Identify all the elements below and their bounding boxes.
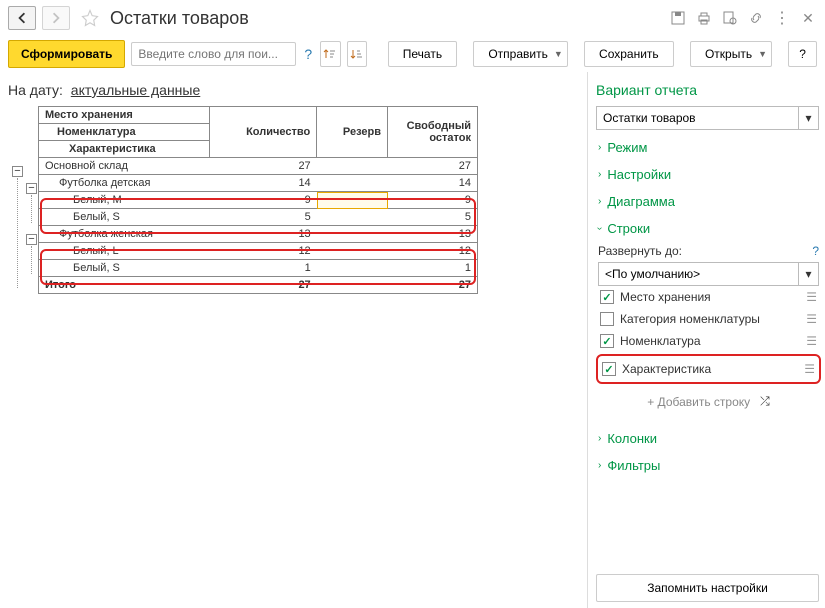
print-icon[interactable] [695, 9, 713, 27]
config-icon[interactable]: ☰ [804, 362, 815, 376]
checkbox-icon[interactable]: ✓ [600, 290, 614, 304]
date-label: На дату: [8, 82, 63, 98]
page-title: Остатки товаров [110, 8, 249, 29]
row-item-characteristic[interactable]: ✓Характеристика ☰ [600, 358, 817, 380]
checkbox-icon[interactable]: ✓ [602, 362, 616, 376]
col-reserve: Резерв [317, 107, 388, 158]
row-item-category[interactable]: Категория номенклатуры ☰ [598, 308, 819, 330]
open-button[interactable]: Открыть ▼ [690, 41, 772, 67]
close-icon[interactable]: ✕ [799, 9, 817, 27]
col-nomenclature: Номенклатура [39, 124, 210, 141]
date-value-link[interactable]: актуальные данные [71, 82, 200, 98]
config-icon[interactable]: ☰ [806, 312, 817, 326]
table-row[interactable]: Футболка детская1414 [39, 175, 478, 192]
report-table: Место хранения Количество Резерв Свободн… [38, 106, 478, 294]
help-icon[interactable]: ? [812, 244, 819, 258]
favorite-star-icon[interactable] [80, 8, 100, 28]
table-row[interactable]: Белый, L1212 [39, 243, 478, 260]
expand-toggle[interactable]: − [26, 183, 37, 194]
col-qty: Количество [210, 107, 317, 158]
highlight-box: ✓Характеристика ☰ [596, 354, 821, 384]
checkbox-icon[interactable]: ✓ [600, 334, 614, 348]
config-icon[interactable]: ☰ [806, 290, 817, 304]
table-row[interactable]: Футболка женская1313 [39, 226, 478, 243]
section-diagram[interactable]: ›Диаграмма [596, 188, 819, 211]
nav-forward-button[interactable] [42, 6, 70, 30]
chevron-right-icon: › [598, 460, 601, 471]
form-button[interactable]: Сформировать [8, 40, 125, 68]
send-button[interactable]: Отправить ▼ [473, 41, 567, 67]
chevron-right-icon: › [598, 433, 601, 444]
save-button[interactable]: Сохранить [584, 41, 674, 67]
shuffle-icon[interactable]: ⤮ [760, 394, 770, 409]
table-total-row: Итого2727 [39, 277, 478, 294]
more-icon[interactable]: ⋮ [773, 9, 791, 27]
send-label: Отправить [488, 47, 548, 61]
table-row[interactable]: Основной склад2727 [39, 158, 478, 175]
col-location: Место хранения [39, 107, 210, 124]
date-filter: На дату: актуальные данные [8, 82, 579, 98]
chevron-down-icon: ▼ [758, 49, 767, 59]
open-label: Открыть [705, 47, 752, 61]
nav-back-button[interactable] [8, 6, 36, 30]
search-help-icon[interactable]: ? [304, 46, 312, 62]
row-item-location[interactable]: ✓Место хранения ☰ [598, 286, 819, 308]
variant-select[interactable]: ▾ [596, 106, 819, 130]
sort-asc-button[interactable] [320, 41, 341, 67]
variant-input[interactable] [596, 106, 799, 130]
col-characteristic: Характеристика [39, 141, 210, 158]
settings-pane: Вариант отчета ▾ ›Режим ›Настройки ›Диаг… [587, 72, 825, 608]
checkbox-icon[interactable] [600, 312, 614, 326]
col-free: Свободный остаток [388, 107, 478, 158]
chevron-down-icon: ▼ [554, 49, 563, 59]
expand-toggle[interactable]: − [26, 234, 37, 245]
report-pane: На дату: актуальные данные − − − Место х… [0, 72, 587, 608]
expand-to-label: Развернуть до: [598, 244, 682, 258]
save-icon[interactable] [669, 9, 687, 27]
preview-icon[interactable] [721, 9, 739, 27]
variant-title: Вариант отчета [596, 82, 819, 98]
expand-select[interactable]: ▾ [598, 262, 819, 286]
expand-input[interactable] [598, 262, 799, 286]
chevron-down-icon[interactable]: ▾ [799, 262, 819, 286]
toolbar: Сформировать ? Печать Отправить ▼ Сохрани… [0, 36, 825, 72]
add-row-button[interactable]: + Добавить строку ⤮ [598, 386, 819, 417]
print-button[interactable]: Печать [388, 41, 457, 67]
chevron-right-icon: › [598, 142, 601, 153]
section-mode[interactable]: ›Режим [596, 134, 819, 157]
expand-toggle[interactable]: − [12, 166, 23, 177]
header-bar: Остатки товаров ⋮ ✕ [0, 0, 825, 36]
link-icon[interactable] [747, 9, 765, 27]
help-button[interactable]: ? [788, 41, 817, 67]
config-icon[interactable]: ☰ [806, 334, 817, 348]
row-item-nomenclature[interactable]: ✓Номенклатура ☰ [598, 330, 819, 352]
chevron-down-icon: › [594, 227, 605, 230]
table-row[interactable]: Белый, S11 [39, 260, 478, 277]
section-filters[interactable]: ›Фильтры [596, 452, 819, 475]
search-input[interactable] [131, 42, 296, 66]
remember-settings-button[interactable]: Запомнить настройки [596, 574, 819, 602]
section-columns[interactable]: ›Колонки [596, 425, 819, 448]
sort-desc-button[interactable] [347, 41, 368, 67]
table-row[interactable]: Белый, S55 [39, 209, 478, 226]
chevron-right-icon: › [598, 169, 601, 180]
section-rows[interactable]: ›Строки [596, 215, 819, 238]
rows-panel: Развернуть до:? ▾ ✓Место хранения ☰ Кате… [596, 242, 819, 421]
chevron-right-icon: › [598, 196, 601, 207]
section-settings[interactable]: ›Настройки [596, 161, 819, 184]
table-row[interactable]: Белый, M99 [39, 192, 478, 209]
chevron-down-icon[interactable]: ▾ [799, 106, 819, 130]
